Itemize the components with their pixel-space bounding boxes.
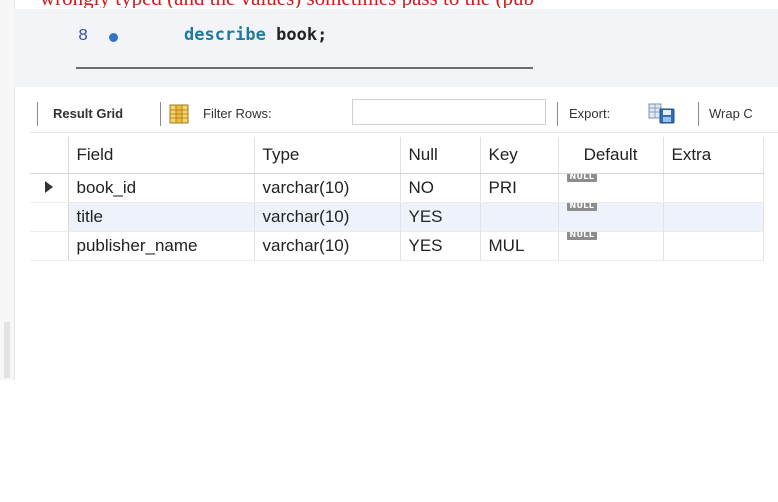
row-selector[interactable]: [30, 231, 69, 261]
column-header-extra[interactable]: Extra: [663, 137, 764, 174]
wrap-cell-content-button[interactable]: Wrap C: [709, 106, 753, 121]
row-selector[interactable]: [30, 202, 69, 232]
row-pointer-icon: [44, 180, 53, 193]
grid-columns-icon[interactable]: [169, 104, 189, 124]
cell-null[interactable]: YES: [400, 202, 481, 232]
filter-rows-input[interactable]: [352, 99, 546, 125]
statement-marker-icon: [109, 33, 118, 42]
result-table: Field Type Null Key Default Extra book_i…: [30, 137, 764, 261]
cell-default[interactable]: NULL: [558, 231, 664, 261]
toolbar-separator: [557, 102, 558, 126]
result-grid: Field Type Null Key Default Extra book_i…: [30, 137, 764, 261]
toolbar-separator: [37, 102, 38, 126]
column-header-null[interactable]: Null: [400, 137, 481, 174]
cell-extra[interactable]: [663, 231, 764, 261]
row-selector-header[interactable]: [30, 137, 69, 174]
toolbar-separator: [698, 102, 699, 126]
column-header-key[interactable]: Key: [480, 137, 559, 174]
sql-keyword: describe: [184, 25, 266, 45]
column-header-type[interactable]: Type: [254, 137, 401, 174]
export-save-icon[interactable]: [648, 102, 676, 124]
table-row[interactable]: publisher_name varchar(10) YES MUL NULL: [30, 231, 764, 261]
cell-type[interactable]: varchar(10): [254, 231, 401, 261]
left-side-strip: [0, 0, 15, 380]
cell-default[interactable]: NULL: [558, 173, 664, 203]
table-row[interactable]: book_id varchar(10) NO PRI NULL: [30, 173, 764, 203]
mysql-workbench-view: wrongly typed (and the values) sometimes…: [0, 0, 778, 502]
cell-extra[interactable]: [663, 173, 764, 203]
cell-extra[interactable]: [663, 202, 764, 232]
sql-statement[interactable]: describe book;: [184, 25, 327, 45]
result-grid-button[interactable]: Result Grid: [53, 106, 123, 121]
page-caption: wrongly typed (and the values) sometimes…: [40, 0, 778, 8]
cell-type[interactable]: varchar(10): [254, 173, 401, 203]
table-header-row: Field Type Null Key Default Extra: [30, 137, 764, 174]
sql-editor[interactable]: 8 describe book;: [14, 9, 778, 87]
editor-horizontal-scrollbar[interactable]: [76, 67, 533, 69]
filter-rows-label: Filter Rows:: [203, 106, 272, 121]
cell-field[interactable]: book_id: [68, 173, 255, 203]
null-badge: NULL: [566, 202, 598, 211]
null-badge: NULL: [566, 231, 598, 240]
cell-field[interactable]: publisher_name: [68, 231, 255, 261]
toolbar-separator: [160, 102, 161, 126]
row-selector[interactable]: [30, 173, 69, 203]
column-header-default[interactable]: Default: [558, 137, 664, 174]
sql-argument: book;: [276, 25, 328, 45]
table-row[interactable]: title varchar(10) YES NULL: [30, 202, 764, 232]
line-number: 8: [78, 27, 89, 46]
null-badge: NULL: [566, 173, 598, 182]
cell-key[interactable]: MUL: [480, 231, 559, 261]
cell-null[interactable]: NO: [400, 173, 481, 203]
cell-type[interactable]: varchar(10): [254, 202, 401, 232]
cell-null[interactable]: YES: [400, 231, 481, 261]
cell-key[interactable]: [480, 202, 559, 232]
column-header-field[interactable]: Field: [68, 137, 255, 174]
cell-key[interactable]: PRI: [480, 173, 559, 203]
cell-field[interactable]: title: [68, 202, 255, 232]
cell-default[interactable]: NULL: [558, 202, 664, 232]
export-label: Export:: [569, 106, 611, 121]
scroll-thumb[interactable]: [4, 322, 10, 378]
result-toolbar: Result Grid Filter Rows: Export: Wrap C: [30, 94, 778, 133]
